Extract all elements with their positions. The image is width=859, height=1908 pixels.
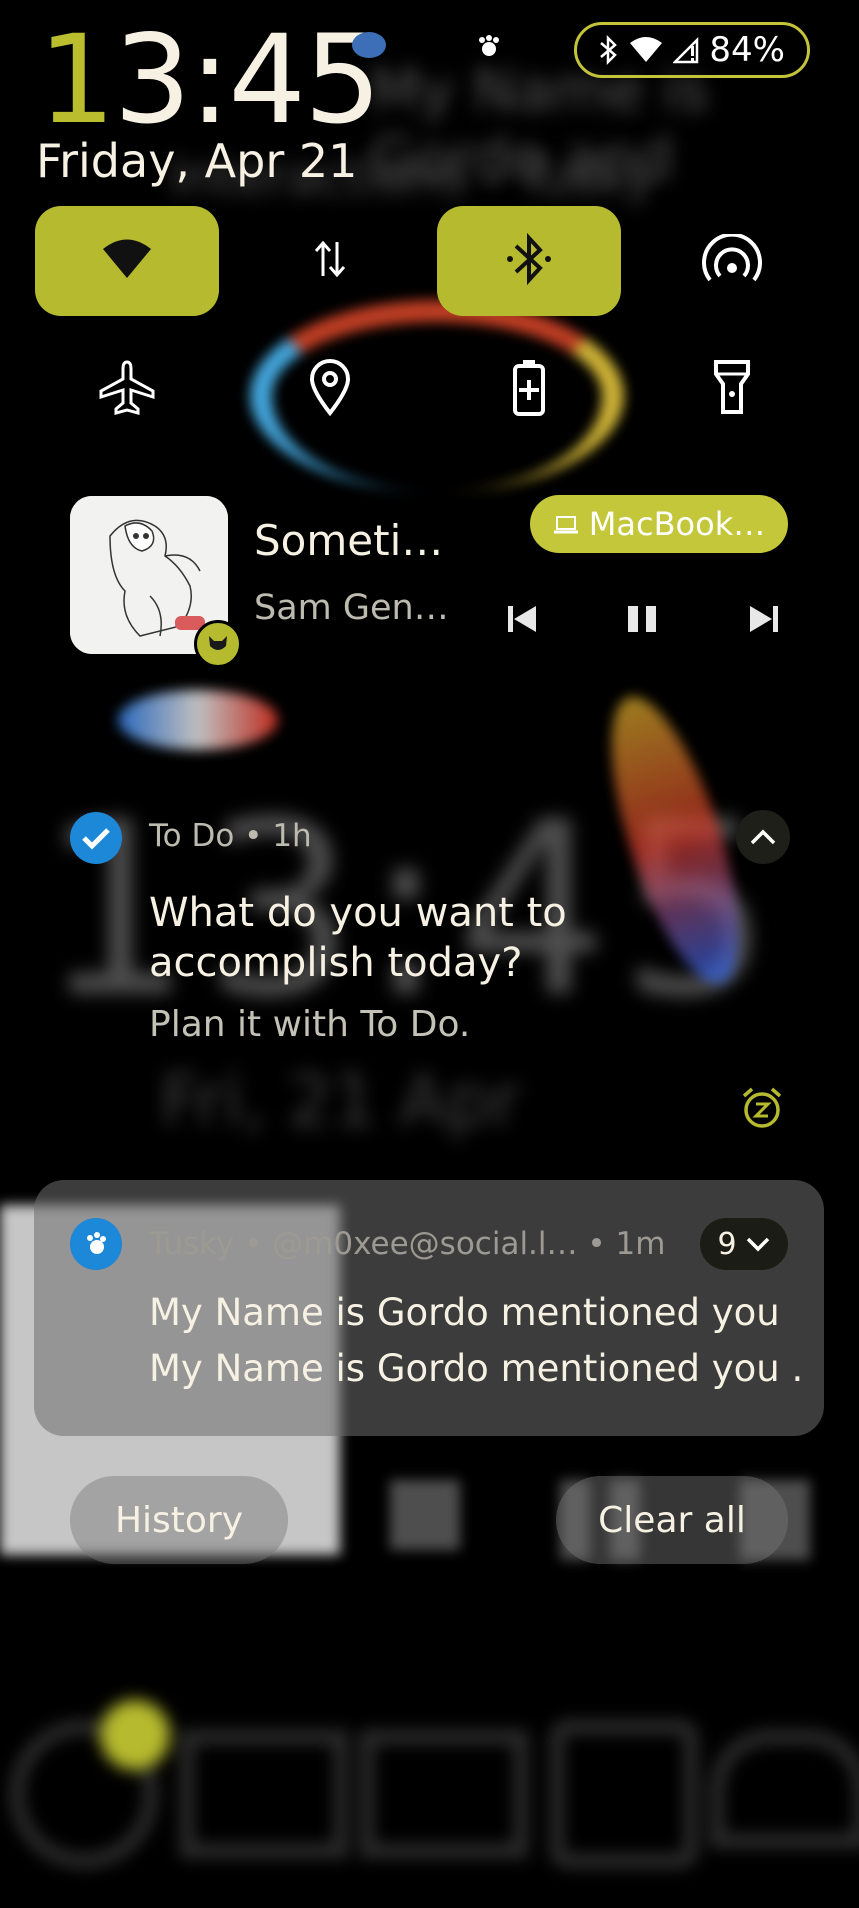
song-title: Someti… <box>254 516 444 565</box>
todo-app-icon <box>70 812 122 864</box>
paw-icon <box>87 1232 106 1254</box>
todo-notification-title[interactable]: What do you want to accomplish today? <box>149 888 669 988</box>
avatar-notification-icon <box>352 32 386 58</box>
media-app-badge <box>194 620 242 668</box>
tusky-notification-line-1: My Name is Gordo mentioned you <box>149 1291 780 1334</box>
tusky-notification-count: 9 <box>717 1226 737 1262</box>
pause-button[interactable] <box>620 598 664 638</box>
tusky-app-icon <box>70 1218 122 1270</box>
tile-bluetooth[interactable] <box>437 206 621 316</box>
laptop-icon <box>553 505 579 543</box>
battery-plus-icon <box>511 358 547 420</box>
todo-collapse-button[interactable] <box>736 810 790 864</box>
hotspot-icon <box>702 232 762 288</box>
background-rainbow-left <box>118 690 278 750</box>
background-date: Fri, 21 Apr <box>160 1060 521 1142</box>
wifi-status-icon <box>629 36 663 64</box>
date-label: Friday, Apr 21 <box>36 134 358 188</box>
clock-rest: 3:45 <box>113 9 382 151</box>
clock: 13:45 <box>38 19 382 141</box>
tusky-expand-button[interactable]: 9 <box>700 1218 788 1270</box>
chevron-up-icon <box>750 829 776 845</box>
history-button[interactable]: History <box>70 1476 288 1564</box>
tusky-notification-header: Tusky • @m0xee@social.l… • 1m <box>149 1226 666 1262</box>
todo-notification-header: To Do • 1h <box>149 818 312 854</box>
battery-percent: 84% <box>709 30 785 70</box>
checkmark-icon <box>82 828 110 850</box>
tile-flashlight[interactable] <box>640 334 824 444</box>
location-pin-icon <box>307 358 353 420</box>
flashlight-icon <box>712 358 752 420</box>
history-label: History <box>114 1499 244 1541</box>
tusky-status-icon <box>476 34 502 64</box>
bluetooth-status-icon <box>597 35 619 65</box>
background-dock-icons <box>0 1700 859 1868</box>
snooze-alarm-icon <box>742 1087 782 1128</box>
clock-first-digit: 1 <box>38 9 116 151</box>
chevron-down-icon <box>746 1237 769 1252</box>
fox-icon <box>209 636 227 650</box>
clear-all-button[interactable]: Clear all <box>556 1476 788 1564</box>
tile-mobile-data[interactable] <box>238 206 422 316</box>
status-pill: 84% <box>574 22 810 78</box>
data-arrows-icon <box>313 238 347 284</box>
tile-wifi[interactable] <box>35 206 219 316</box>
tile-hotspot[interactable] <box>640 206 824 316</box>
wifi-icon <box>101 238 153 284</box>
tile-airplane[interactable] <box>35 334 219 444</box>
previous-track-button[interactable] <box>500 598 544 638</box>
airplane-icon <box>97 359 157 419</box>
clear-all-label: Clear all <box>598 1499 746 1541</box>
output-device-label: MacBook… <box>588 505 766 543</box>
tusky-notification-line-2: My Name is Gordo mentioned you . <box>149 1347 804 1390</box>
tile-battery-saver[interactable] <box>437 334 621 444</box>
snooze-button[interactable] <box>740 1086 784 1134</box>
pause-icon <box>628 606 656 632</box>
next-track-button[interactable] <box>742 598 786 638</box>
todo-notification-subtitle: Plan it with To Do. <box>149 1004 471 1045</box>
signal-status-icon <box>673 36 699 64</box>
song-artist: Sam Gen… <box>254 588 449 628</box>
tile-location[interactable] <box>238 334 422 444</box>
skip-next-icon <box>750 606 778 632</box>
skip-previous-icon <box>508 606 536 632</box>
media-output-button[interactable]: MacBook… <box>530 495 788 553</box>
bluetooth-icon <box>504 230 554 292</box>
